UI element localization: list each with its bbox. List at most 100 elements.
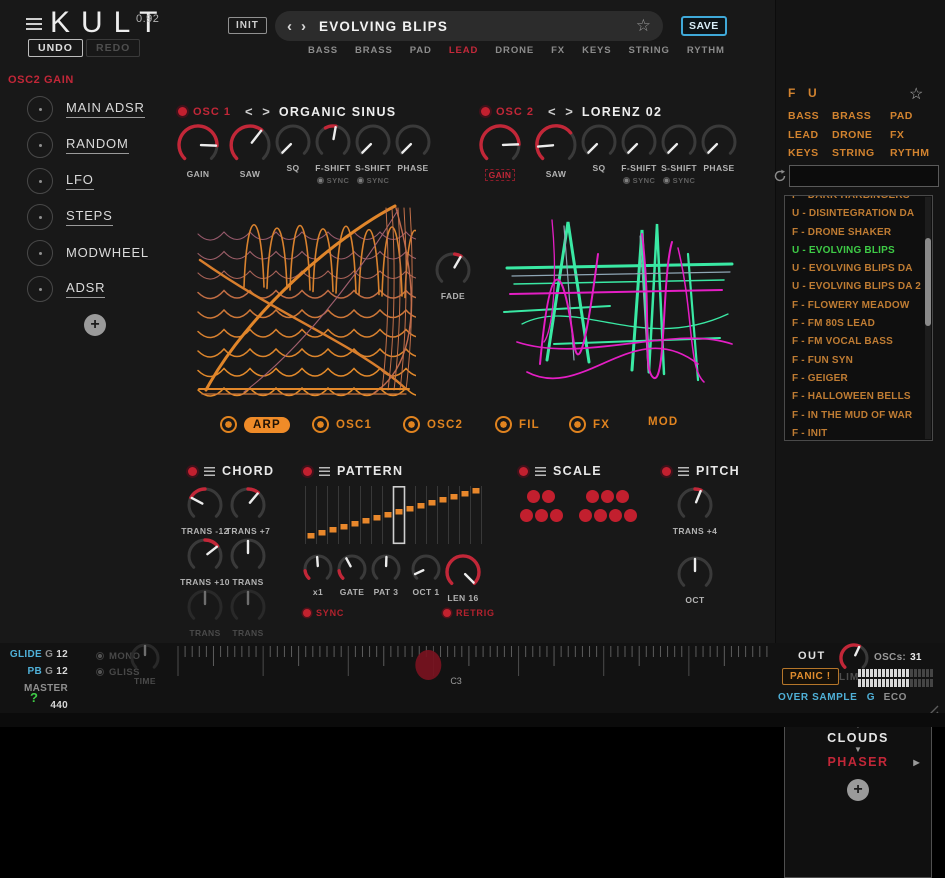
mod-source-random[interactable]: RANDOM <box>27 132 149 158</box>
favorites-filter-star-icon[interactable]: ☆ <box>909 84 923 104</box>
init-button[interactable]: INIT <box>228 17 267 34</box>
mod-amount-knob[interactable] <box>27 96 53 122</box>
preset-item[interactable]: U - DISINTEGRATION DA <box>785 205 932 223</box>
preset-next-icon[interactable]: › <box>301 18 306 35</box>
knob-saw[interactable]: SAW <box>533 122 579 179</box>
scrollbar-thumb[interactable] <box>925 238 931 326</box>
preset-item[interactable]: F - FLOWERY MEADOW <box>785 297 932 315</box>
mod-source-steps[interactable]: STEPS <box>27 204 149 230</box>
mod-amount-knob[interactable] <box>27 204 53 230</box>
category-tag-bass[interactable]: BASS <box>308 45 338 56</box>
glide-setting[interactable]: GLIDE G 12 <box>8 646 68 663</box>
knob-s-shift[interactable]: S-SHIFTSYNC <box>353 122 393 185</box>
fx-slot-phaser[interactable]: PHASER▶ <box>785 755 931 769</box>
pitchbend-setting[interactable]: PB G 12 <box>8 663 68 680</box>
scale-enable-radio[interactable] <box>519 467 528 476</box>
chord-menu-icon[interactable] <box>204 467 215 476</box>
category-tag-keys[interactable]: KEYS <box>582 45 611 56</box>
redo-button[interactable]: REDO <box>86 39 140 57</box>
category-tag-lead[interactable]: LEAD <box>449 45 478 56</box>
preset-item[interactable]: F - GEIGER <box>785 370 932 388</box>
knob-trans[interactable]: TRANS <box>185 587 225 638</box>
scale-note-dot[interactable] <box>594 509 607 522</box>
scale-note-dot[interactable] <box>609 509 622 522</box>
scale-note-dot[interactable] <box>542 490 555 503</box>
tab-osc2[interactable]: OSC2 <box>403 416 463 433</box>
fx-edit-icon[interactable]: ▶ <box>913 758 921 767</box>
preset-prev-icon[interactable]: ‹ <box>287 18 292 35</box>
knob-trans--12[interactable]: TRANS -12 <box>185 485 225 536</box>
preset-item[interactable]: U - EVOLVING BLIPS DA <box>785 260 932 278</box>
knob-gate[interactable]: GATE <box>335 552 369 597</box>
tab-fil[interactable]: FIL <box>495 416 540 433</box>
save-button[interactable]: SAVE <box>681 16 727 36</box>
knob-phase[interactable]: PHASE <box>393 122 433 173</box>
pattern-menu-icon[interactable] <box>319 467 330 476</box>
knob-x1[interactable]: x1 <box>301 552 335 597</box>
category-tag-pad[interactable]: PAD <box>410 45 432 56</box>
knob-phase[interactable]: PHASE <box>699 122 739 173</box>
knob-fade[interactable]: FADE <box>433 250 473 301</box>
osc2-wave-prev-next-icons[interactable]: < > <box>548 104 576 119</box>
knob-saw[interactable]: SAW <box>227 122 273 179</box>
preset-item[interactable]: F - INIT <box>785 425 932 441</box>
category-tag-rythm[interactable]: RYTHM <box>687 45 725 56</box>
browser-category-fx[interactable]: FX <box>890 129 940 148</box>
knob-len-16[interactable]: LEN 16 <box>443 552 483 603</box>
sync-toggle[interactable]: SYNC <box>357 176 390 185</box>
scale-note-dot[interactable] <box>601 490 614 503</box>
oversample-setting[interactable]: OVER SAMPLE G ECO <box>778 692 907 703</box>
sync-toggle[interactable]: SYNC <box>317 176 350 185</box>
scale-note-grid[interactable] <box>505 490 645 526</box>
pattern-sync-toggle[interactable]: SYNC <box>303 608 344 618</box>
scale-note-dot[interactable] <box>586 490 599 503</box>
mod-amount-knob[interactable] <box>27 132 53 158</box>
knob-f-shift[interactable]: F-SHIFTSYNC <box>619 122 659 185</box>
tab-mod[interactable]: MOD <box>648 416 678 428</box>
knob-gain[interactable]: GAIN <box>175 122 221 179</box>
knob-oct[interactable]: OCT <box>675 554 715 605</box>
scale-note-dot[interactable] <box>624 509 637 522</box>
pattern-enable-radio[interactable] <box>303 467 312 476</box>
browser-category-pad[interactable]: PAD <box>890 110 940 129</box>
pitch-enable-radio[interactable] <box>662 467 671 476</box>
tab-fx[interactable]: FX <box>569 416 610 433</box>
scale-note-dot[interactable] <box>550 509 563 522</box>
mod-source-lfo[interactable]: LFO <box>27 168 149 194</box>
favorite-star-icon[interactable]: ☆ <box>636 16 651 36</box>
browser-category-brass[interactable]: BRASS <box>832 110 890 129</box>
mod-source-main-adsr[interactable]: MAIN ADSR <box>27 96 149 122</box>
mod-amount-knob[interactable] <box>27 276 53 302</box>
knob-trans[interactable]: TRANS <box>228 536 268 587</box>
tab-osc1[interactable]: OSC1 <box>312 416 372 433</box>
knob-sq[interactable]: SQ <box>579 122 619 173</box>
knob-trans-+10[interactable]: TRANS +10 <box>185 536 225 587</box>
browser-category-lead[interactable]: LEAD <box>788 129 832 148</box>
sync-toggle[interactable]: SYNC <box>623 176 656 185</box>
scale-note-dot[interactable] <box>520 509 533 522</box>
fx-slot-clouds[interactable]: CLOUDS <box>785 731 931 745</box>
preset-item[interactable]: U - EVOLVING BLIPS DA 2 <box>785 278 932 296</box>
menu-icon[interactable] <box>26 18 42 30</box>
browser-category-rythm[interactable]: RYTHM <box>890 147 940 166</box>
knob-oct-1[interactable]: OCT 1 <box>409 552 443 597</box>
knob-trans-+4[interactable]: TRANS +4 <box>675 485 715 536</box>
panic-button[interactable]: PANIC ! <box>782 668 839 685</box>
keyboard-strip[interactable]: C3 <box>175 644 775 690</box>
knob-time[interactable]: TIME <box>128 641 162 686</box>
mod-source-modwheel[interactable]: MODWHEEL <box>27 240 149 266</box>
scale-note-dot[interactable] <box>527 490 540 503</box>
master-tune-setting[interactable]: MASTER 440 <box>8 680 68 714</box>
browser-category-string[interactable]: STRING <box>832 147 890 166</box>
browser-category-keys[interactable]: KEYS <box>788 147 832 166</box>
add-mod-source-button[interactable]: + <box>84 314 106 336</box>
category-tag-fx[interactable]: FX <box>551 45 565 56</box>
tab-arp[interactable]: ARP <box>220 416 290 433</box>
preset-item[interactable]: F - IN THE MUD OF WAR <box>785 407 932 425</box>
preset-item[interactable]: U - EVOLVING BLIPS <box>785 242 932 260</box>
knob-gain[interactable]: GAIN <box>477 122 523 181</box>
preset-item[interactable]: F - FM VOCAL BASS <box>785 333 932 351</box>
knob-s-shift[interactable]: S-SHIFTSYNC <box>659 122 699 185</box>
knob-trans[interactable]: TRANS <box>228 587 268 638</box>
sync-toggle[interactable]: SYNC <box>663 176 696 185</box>
